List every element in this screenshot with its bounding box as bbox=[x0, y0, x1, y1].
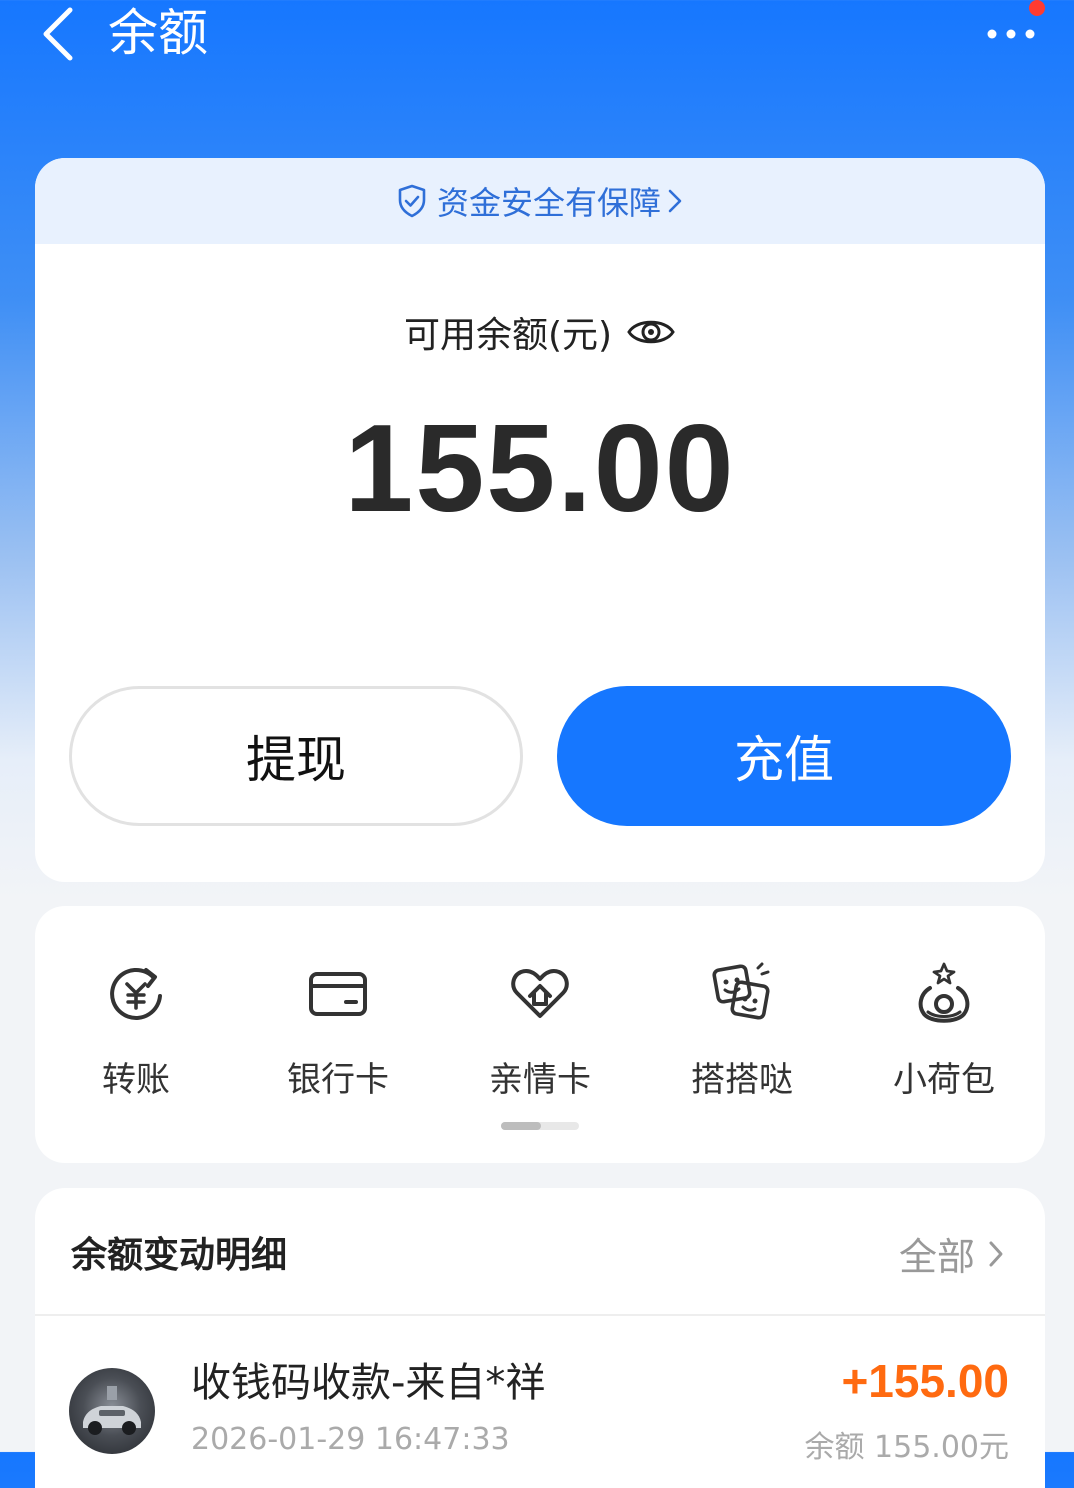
shortcut-label: 亲情卡 bbox=[489, 1060, 591, 1100]
view-all-label: 全部 bbox=[898, 1235, 975, 1279]
balance-details-title: 余额变动明细 bbox=[71, 1235, 288, 1276]
notification-dot bbox=[1029, 0, 1045, 16]
more-options-icon[interactable] bbox=[984, 18, 1040, 50]
recharge-button[interactable]: 充值 bbox=[557, 686, 1011, 826]
balance-card: 资金安全有保障 可用余额(元) 155.00 提现 充值 bbox=[35, 158, 1045, 882]
chevron-right-icon bbox=[668, 189, 682, 213]
transaction-title: 收钱码收款-来自*祥 bbox=[191, 1360, 546, 1406]
shield-check-icon bbox=[398, 184, 426, 218]
transaction-balance: 余额 155.00元 bbox=[804, 1430, 1009, 1465]
transaction-row[interactable]: 收钱码收款-来自*祥 2026-01-29 16:47:33 +155.00 余… bbox=[35, 1316, 1045, 1488]
fund-safety-text: 资金安全有保障 bbox=[436, 184, 661, 222]
shortcut-family-card[interactable]: 亲情卡 bbox=[450, 962, 630, 1102]
avatar bbox=[69, 1368, 155, 1454]
yuan-transfer-icon bbox=[110, 967, 162, 1020]
balance-details-card: 余额变动明细 全部 收钱码收款-来自*祥 2026-01-29 16:47:33… bbox=[35, 1188, 1045, 1488]
shortcut-label: 银行卡 bbox=[287, 1060, 389, 1100]
page-indicator bbox=[501, 1122, 579, 1130]
page-title: 余额 bbox=[108, 4, 208, 62]
car-avatar-icon bbox=[83, 1386, 141, 1435]
fund-safety-banner[interactable]: 资金安全有保障 bbox=[35, 158, 1045, 244]
shortcut-transfer[interactable]: 转账 bbox=[46, 962, 226, 1102]
view-all-link[interactable]: 全部 bbox=[899, 1226, 1005, 1281]
shortcut-label: 转账 bbox=[102, 1060, 170, 1100]
shortcut-purse[interactable]: 小荷包 bbox=[854, 962, 1034, 1102]
shortcuts-card: 转账 银行卡 亲情卡 搭搭哒 小荷包 bbox=[35, 906, 1045, 1163]
balance-label-row: 可用余额(元) bbox=[35, 306, 1045, 358]
shortcut-bank-card[interactable]: 银行卡 bbox=[248, 962, 428, 1102]
smiley-cards-icon bbox=[712, 962, 770, 1020]
shortcut-label: 小荷包 bbox=[893, 1060, 995, 1100]
withdraw-button[interactable]: 提现 bbox=[69, 686, 523, 826]
transaction-amount: +155.00 bbox=[841, 1355, 1009, 1407]
page-indicator-active bbox=[501, 1122, 541, 1130]
available-balance-label: 可用余额(元) bbox=[403, 315, 613, 356]
shortcut-label: 搭搭哒 bbox=[691, 1060, 793, 1100]
purse-icon bbox=[918, 962, 970, 1023]
chevron-right-icon bbox=[989, 1241, 1003, 1266]
family-card-heart-icon bbox=[511, 968, 569, 1018]
eye-icon[interactable] bbox=[626, 314, 676, 350]
back-arrow-icon[interactable] bbox=[38, 6, 82, 62]
top-bar: 余额 bbox=[0, 0, 1074, 80]
balance-amount: 155.00 bbox=[344, 400, 736, 538]
bank-card-icon bbox=[309, 972, 367, 1016]
shortcut-dadada[interactable]: 搭搭哒 bbox=[652, 962, 832, 1102]
